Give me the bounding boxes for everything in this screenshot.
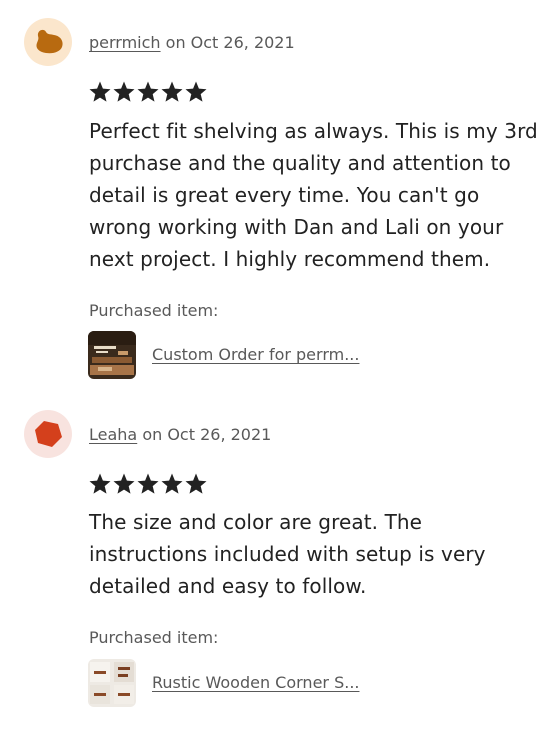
review-meta: Leaha on Oct 26, 2021 [89,424,271,446]
reviewer-name-link[interactable]: Leaha [89,425,137,444]
star-icon [185,81,207,102]
star-rating [88,80,208,106]
star-rating [88,472,208,498]
star-icon [89,81,111,102]
star-icon [113,81,135,102]
star-icon [185,473,207,494]
purchased-item-label: Purchased item: [89,628,219,647]
avatar[interactable] [24,18,72,66]
star-icon [89,473,111,494]
review-date: on Oct 26, 2021 [160,33,295,52]
star-icon [137,81,159,102]
pentagon-avatar-icon [35,421,62,447]
reviewer-name-link[interactable]: perrmich [89,33,161,52]
review-date: on Oct 26, 2021 [137,425,272,444]
review-text: The size and color are great. The instru… [89,510,486,598]
avatar[interactable] [24,410,72,458]
purchased-item-link[interactable]: Rustic Wooden Corner S... [152,672,359,694]
star-icon [161,473,183,494]
purchased-item-link[interactable]: Custom Order for perrm... [152,344,359,366]
star-icon [161,81,183,102]
review-meta: perrmich on Oct 26, 2021 [89,32,295,54]
purchased-item-label: Purchased item: [89,301,219,320]
custom-order-thumbnail[interactable] [88,331,136,379]
blob-avatar-icon [36,29,63,54]
corner-shelf-thumbnail[interactable] [88,659,136,707]
star-icon [113,473,135,494]
star-icon [137,473,159,494]
review-text: Perfect fit shelving as always. This is … [89,119,538,271]
